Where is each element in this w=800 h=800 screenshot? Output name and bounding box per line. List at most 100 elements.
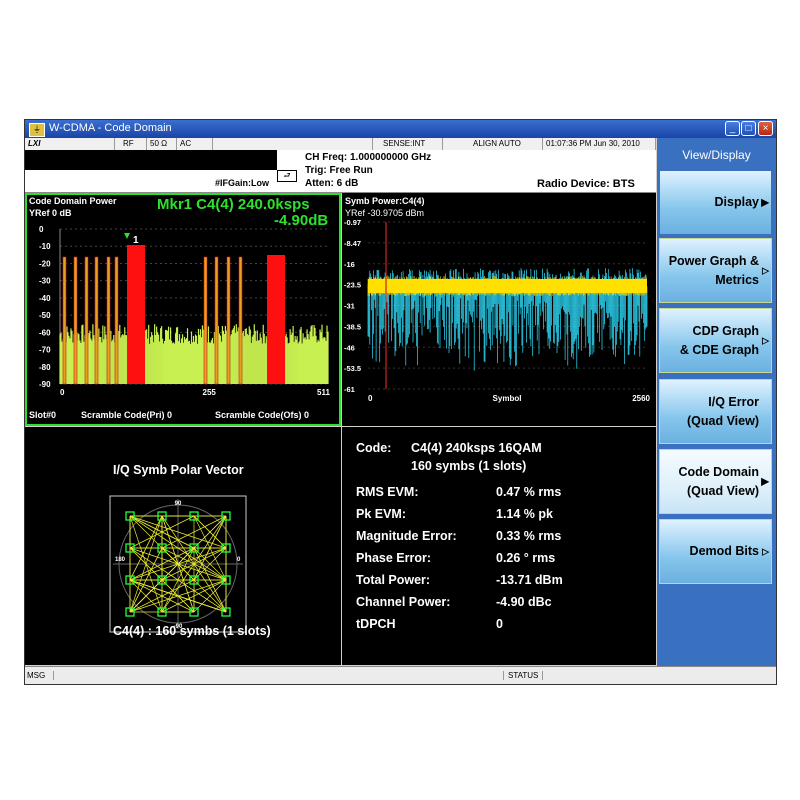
cdp-cde-graph-softkey[interactable]: CDP Graph & CDE Graph ▷	[659, 308, 772, 373]
metric-value: -4.90 dBc	[496, 595, 552, 609]
cdp-graph-label: CDP Graph	[692, 323, 759, 338]
cdp-code-bar	[214, 256, 219, 385]
marker-icon	[124, 233, 130, 239]
display-softkey[interactable]: Display ▶	[659, 170, 772, 235]
cdp-y-tick: -20	[39, 259, 51, 268]
info-blank	[25, 150, 277, 170]
submenu-arrow-icon: ▷	[762, 546, 769, 556]
metric-value: 0.47 % rms	[496, 485, 562, 499]
cdp-active-code-bar	[127, 245, 145, 384]
code-domain-quad-softkey[interactable]: Code Domain (Quad View) ▶	[659, 449, 772, 514]
submenu-arrow-icon: ▶	[761, 197, 769, 208]
metric-label: Pk EVM:	[356, 507, 407, 521]
title-bar: ⏚ W-CDMA - Code Domain _ □ ×	[25, 120, 776, 138]
impedance-indicator: 50 Ω	[147, 138, 177, 150]
cdp-code-bar	[84, 256, 89, 385]
metric-value: 0	[496, 617, 503, 631]
cdp-code-bar	[203, 256, 208, 385]
symb-x-label: Symbol	[493, 394, 522, 403]
app-window: ⏚ W-CDMA - Code Domain _ □ × LXI RF 50 Ω…	[24, 119, 777, 685]
symb-y-tick: -8.47	[344, 239, 361, 248]
iq-deg-90: 90	[175, 501, 182, 507]
metric-label: Phase Error:	[356, 551, 432, 565]
measurement-info: #IFGain:Low ⮐ CH Freq: 1.000000000 GHz T…	[25, 150, 656, 193]
power-graph-label: Power Graph &	[668, 253, 759, 268]
metric-value: -13.71 dBm	[496, 573, 563, 587]
iq-error-label-2: (Quad View)	[686, 413, 759, 428]
bottom-status-bar: MSG STATUS	[25, 666, 776, 684]
rf-indicator: RF	[115, 138, 147, 150]
msg-field: MSG	[27, 671, 55, 680]
submenu-arrow-icon: ▷	[762, 335, 769, 345]
cdp-y-tick: -50	[39, 311, 51, 320]
close-button[interactable]: ×	[758, 121, 773, 136]
iq-error-label: I/Q Error	[708, 394, 759, 409]
symb-y-tick: -31	[344, 302, 355, 311]
cdp-y-tick: -10	[39, 242, 51, 251]
submenu-arrow-icon: ▷	[762, 265, 769, 275]
cdp-panel[interactable]: Code Domain Power YRef 0 dB Mkr1 C4(4) 2…	[25, 193, 341, 426]
symbol-power-panel[interactable]: Symb Power:C4(4) YRef -30.9705 dBm -0.97…	[342, 193, 656, 426]
status-blank	[213, 138, 373, 150]
metric-label: tDPCH	[356, 617, 396, 631]
lxi-logo: LXI	[25, 138, 115, 150]
code-domain-label-2: (Quad View)	[686, 483, 759, 498]
iq-polar-panel[interactable]: I/Q Symb Polar Vector 90 180 0 -90 C4(4) : …	[25, 427, 341, 665]
softkey-menu-title: View/Display	[682, 148, 751, 162]
cdp-code-bar	[62, 256, 67, 385]
app-icon: ⏚	[29, 123, 45, 137]
align-indicator: ALIGN AUTO	[443, 138, 543, 150]
timestamp: 01:07:36 PM Jun 30, 2010	[543, 138, 656, 150]
cdp-y-tick: -40	[39, 294, 51, 303]
cdp-scramble-ofs: Scramble Code(Ofs) 0	[215, 410, 310, 420]
ch-freq: CH Freq: 1.000000000 GHz	[305, 152, 432, 163]
display-label: Display	[714, 195, 759, 209]
cdp-code-bar	[106, 256, 111, 385]
power-graph-label-2: Metrics	[715, 272, 759, 287]
trig-mode: Trig: Free Run	[305, 165, 373, 176]
demod-bits-label: Demod Bits	[689, 544, 759, 558]
symb-y-tick: -23.5	[344, 281, 361, 290]
metrics-panel: Code: C4(4) 240ksps 16QAM 160 symbs (1 s…	[342, 427, 656, 665]
cdp-y-tick: -70	[39, 346, 51, 355]
selected-arrow-icon: ▶	[761, 476, 769, 487]
sense-indicator: SENSE:INT	[373, 138, 443, 150]
cdp-code-bar	[114, 256, 119, 385]
cdp-scramble-pri: Scramble Code(Pri) 0	[81, 410, 173, 420]
cdp-code-bar	[73, 256, 78, 385]
symb-x-start: 0	[368, 394, 373, 403]
symb-x-end: 2560	[632, 394, 650, 403]
metric-label: Channel Power:	[356, 595, 451, 609]
cdp-x-tick: 255	[203, 388, 217, 397]
cdp-y-tick: -80	[39, 363, 51, 372]
power-graph-metrics-softkey[interactable]: Power Graph & Metrics ▷	[659, 238, 772, 303]
ifgain-label: #IFGain:Low	[215, 178, 269, 188]
cdp-y-tick: 0	[39, 225, 44, 234]
minimize-button[interactable]: _	[725, 121, 740, 136]
window-title: W-CDMA - Code Domain	[49, 122, 172, 134]
iq-caption: C4(4) : 160 symbs (1 slots)	[113, 624, 271, 638]
code-value-symbs: 160 symbs (1 slots)	[411, 459, 527, 473]
code-domain-label: Code Domain	[678, 464, 759, 479]
metric-label: Total Power:	[356, 573, 431, 587]
symbol-power-chart: -0.97 -8.47 -16 -23.5 -31 -38.5 -46 -53.5 -61 0 Sy…	[344, 218, 651, 403]
cdp-chart: 0 -10 -20 -30 -40 -50 -60 -70 -80 -90 0 255 511 1	[39, 225, 330, 397]
symb-y-tick: -16	[344, 260, 355, 269]
symb-y-tick: -53.5	[344, 364, 361, 373]
symb-y-tick: -61	[344, 385, 355, 394]
demod-bits-softkey[interactable]: Demod Bits ▷	[659, 519, 772, 584]
iq-deg-180: 180	[115, 557, 126, 563]
metric-label: RMS EVM:	[356, 485, 419, 499]
attenuation: Atten: 6 dB	[305, 178, 359, 189]
cdp-y-tick: -90	[39, 380, 51, 389]
metric-value: 0.26 ° rms	[496, 551, 556, 565]
iq-error-softkey[interactable]: I/Q Error (Quad View)	[659, 379, 772, 444]
cdp-x-tick: 511	[317, 388, 330, 397]
symb-y-tick: -0.97	[344, 218, 361, 227]
cdp-code-bar	[238, 256, 243, 385]
maximize-button[interactable]: □	[741, 121, 756, 136]
radio-device: Radio Device: BTS	[537, 178, 635, 190]
cdp-code-bar	[226, 256, 231, 385]
trigger-icon: ⮐	[277, 170, 297, 182]
metric-value: 1.14 % pk	[496, 507, 553, 521]
